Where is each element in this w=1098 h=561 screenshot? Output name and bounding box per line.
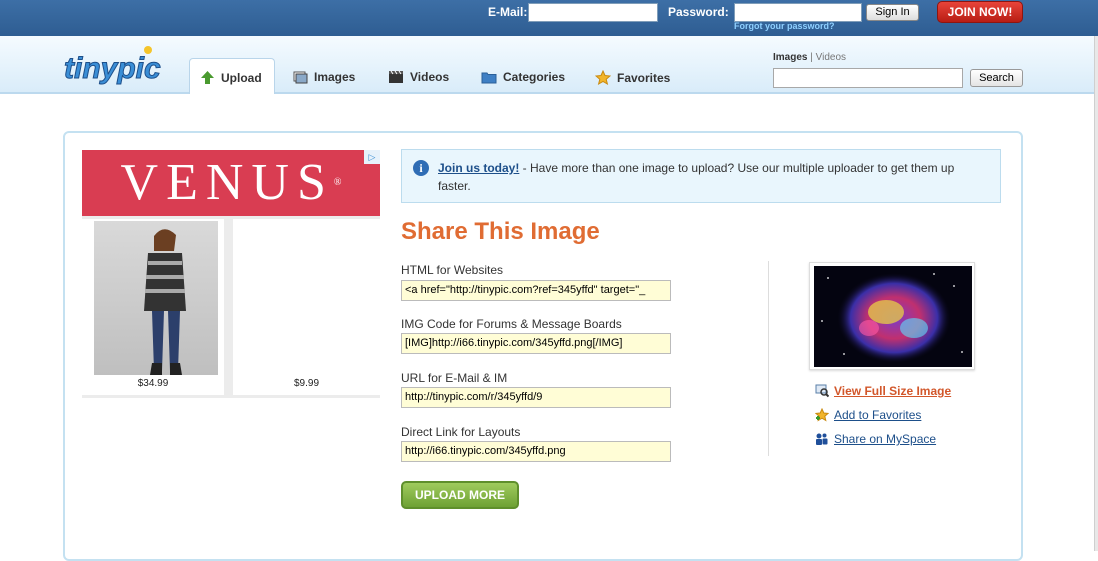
images-icon [293,71,308,84]
column-divider [768,261,769,456]
password-label: Password: [668,5,729,19]
direct-link-label: Direct Link for Layouts [401,425,521,439]
forgot-password-link[interactable]: Forgot your password? [734,21,835,31]
info-icon: i [413,160,429,176]
info-text: Join us today! - Have more than one imag… [438,159,978,195]
email-input[interactable] [528,3,658,22]
img-code-field[interactable]: [IMG]http://i66.tinypic.com/345yffd.png[… [401,333,671,354]
direct-link-field[interactable]: http://i66.tinypic.com/345yffd.png [401,441,671,462]
myspace-icon [816,433,828,445]
adchoices-icon[interactable]: ▷ [364,150,380,164]
advertisement[interactable]: VENUS® ▷ $34.99 $9.99 [82,150,380,398]
tab-upload-label: Upload [221,70,262,85]
url-label: URL for E-Mail & IM [401,371,508,385]
magnifier-icon [815,384,829,398]
tab-videos-label: Videos [410,70,450,84]
info-banner: i Join us today! - Have more than one im… [401,149,1001,203]
html-code-field[interactable]: <a href="http://tinypic.com?ref=345yffd"… [401,280,671,301]
join-today-link[interactable]: Join us today! [438,161,519,175]
tab-images[interactable]: Images [293,70,355,84]
ad-brand: VENUS [120,154,334,211]
up-arrow-icon [201,71,214,84]
password-input[interactable] [734,3,862,22]
tab-categories[interactable]: Categories [481,70,565,84]
image-thumbnail[interactable] [814,266,972,367]
view-full-size-label[interactable]: View Full Size Image [834,384,951,398]
tab-favorites-label: Favorites [617,70,671,85]
ad-product-1[interactable]: $34.99 [82,219,224,395]
tab-images-label: Images [314,70,356,84]
share-on-myspace-link[interactable]: Share on MySpace [815,432,936,446]
scope-videos[interactable]: Videos [816,52,846,63]
search-scope: Images | Videos [773,52,846,63]
url-field[interactable]: http://tinypic.com/r/345yffd/9 [401,387,671,408]
add-to-favorites-label[interactable]: Add to Favorites [834,408,921,422]
scope-separator: | [810,52,813,63]
tab-upload[interactable]: Upload [200,70,262,85]
ad-banner[interactable]: VENUS® [82,150,380,216]
scrollbar[interactable] [1094,36,1098,551]
html-label: HTML for Websites [401,263,504,277]
tab-favorites[interactable]: Favorites [595,70,670,85]
tab-videos[interactable]: Videos [388,70,449,84]
ad-price-1: $34.99 [137,378,169,389]
upload-more-button[interactable]: UPLOAD MORE [401,481,519,509]
tinypic-logo[interactable]: tinypic [62,42,168,90]
sign-in-button[interactable]: Sign In [866,4,919,21]
star-icon [595,70,611,85]
search-input[interactable] [773,68,963,88]
join-now-button[interactable]: JOIN NOW! [937,1,1023,23]
star-add-icon [815,408,829,422]
search-button[interactable]: Search [970,69,1023,87]
tab-categories-label: Categories [503,70,566,84]
share-title: Share This Image [401,218,600,245]
scope-images[interactable]: Images [773,52,807,63]
film-icon [389,70,403,83]
ad-product-2[interactable]: $9.99 [233,219,380,395]
ad-price-2: $9.99 [293,378,320,389]
logo-text: tinypic [64,52,161,85]
view-full-size-link[interactable]: View Full Size Image [815,384,951,398]
ad-product-photo [94,221,218,375]
image-thumbnail-frame[interactable] [809,262,975,370]
email-label: E-Mail: [488,5,528,19]
share-on-myspace-label[interactable]: Share on MySpace [834,432,936,446]
img-code-label: IMG Code for Forums & Message Boards [401,317,622,331]
folder-icon [481,72,497,83]
add-to-favorites-link[interactable]: Add to Favorites [815,408,921,422]
